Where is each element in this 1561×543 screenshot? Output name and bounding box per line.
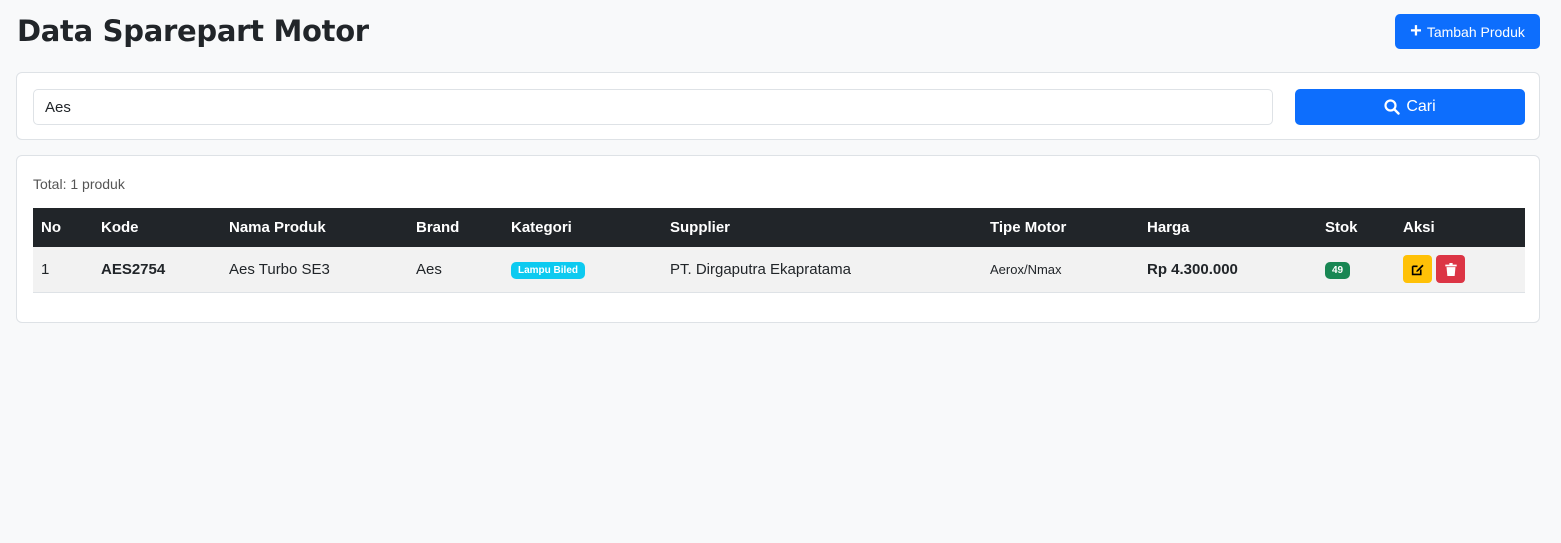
column-header-kode: Kode <box>101 219 139 236</box>
cell-nama: Aes Turbo SE3 <box>229 260 330 278</box>
column-header-stok: Stok <box>1325 219 1358 236</box>
search-input[interactable] <box>33 89 1273 125</box>
total-count: Total: 1 produk <box>33 176 125 192</box>
cell-harga: Rp 4.300.000 <box>1147 260 1238 278</box>
category-badge: Lampu Biled <box>511 261 586 279</box>
column-header-kategori: Kategori <box>511 219 572 236</box>
search-icon <box>1384 99 1401 115</box>
cell-kategori: Lampu Biled <box>503 247 662 292</box>
delete-button[interactable] <box>1436 255 1465 284</box>
cell-tipe-motor: Aerox/Nmax <box>990 261 1062 277</box>
column-header-supplier: Supplier <box>670 219 731 236</box>
column-header-aksi: Aksi <box>1403 219 1435 236</box>
cell-brand: Aes <box>416 260 442 278</box>
cell-kode: AES2754 <box>101 260 166 278</box>
column-header-harga: Harga <box>1147 219 1190 236</box>
search-button-label: Cari <box>1406 98 1436 115</box>
stock-badge: 49 <box>1325 261 1351 279</box>
cell-supplier: PT. Dirgaputra Ekapratama <box>670 260 851 278</box>
product-table-card: Total: 1 produk No Kode Nama Produk Bran… <box>16 155 1540 323</box>
edit-button[interactable] <box>1403 255 1432 284</box>
search-card: Cari <box>16 72 1540 140</box>
cell-stok: 49 <box>1317 247 1395 292</box>
cell-no: 1 <box>41 260 50 278</box>
add-product-button[interactable]: + Tambah Produk <box>1395 14 1540 49</box>
column-header-tipe-motor: Tipe Motor <box>990 219 1067 236</box>
column-header-nama-produk: Nama Produk <box>229 219 326 236</box>
table-header-row: No Kode Nama Produk Brand Kategori Suppl… <box>33 208 1525 247</box>
cell-aksi <box>1395 247 1525 292</box>
column-header-no: No <box>41 219 61 236</box>
column-header-brand: Brand <box>416 219 460 236</box>
plus-icon: + <box>1410 19 1422 42</box>
search-button[interactable]: Cari <box>1295 89 1525 125</box>
edit-icon <box>1411 264 1424 275</box>
trash-icon <box>1444 262 1457 276</box>
action-group <box>1403 255 1517 284</box>
product-table: No Kode Nama Produk Brand Kategori Suppl… <box>33 208 1525 293</box>
add-product-label: Tambah Produk <box>1426 23 1525 40</box>
table-row: 1 AES2754 Aes Turbo SE3 Aes Lampu Biled … <box>33 247 1525 292</box>
page-title: Data Sparepart Motor <box>17 14 369 48</box>
